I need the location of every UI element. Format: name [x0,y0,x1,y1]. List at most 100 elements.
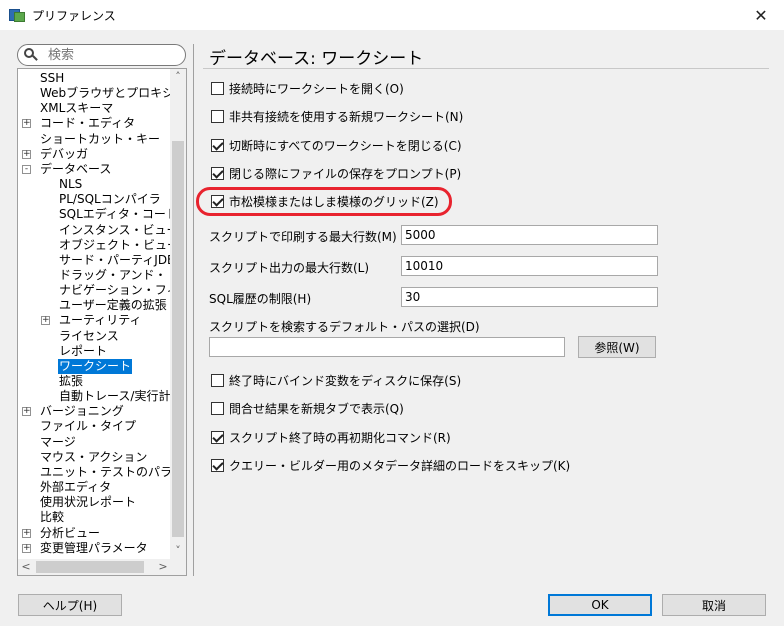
tree-item[interactable]: インスタンス・ビューア [58,223,171,238]
tree-item[interactable]: SSH [39,71,65,86]
tree-vertical-scrollbar[interactable]: ˄ ˅ [170,69,186,559]
worksheet-option-4[interactable]: 閉じる際にファイルの保存をプロンプト(P) [211,165,461,181]
checkbox[interactable] [211,458,224,472]
tree-item[interactable]: + バージョニング [22,404,125,419]
scroll-down-icon[interactable]: ˅ [170,543,186,559]
expand-icon[interactable]: + [22,119,31,129]
tree-item-label: ライセンス [59,328,119,343]
tree-item[interactable]: Webブラウザとプロキシ [39,86,171,101]
expand-icon[interactable]: + [22,528,31,538]
tree-item[interactable]: NLS [58,177,83,192]
tree-horizontal-scrollbar[interactable]: < > [18,559,171,575]
title-divider [203,68,769,69]
tree-item[interactable]: ワークシート [58,358,133,374]
tree-item-label: マウス・アクション [40,449,148,464]
browse-button[interactable]: 参照(W) [578,336,656,358]
collapse-icon[interactable]: - [22,164,31,174]
tree-item[interactable]: レポート [58,344,108,359]
tree-item[interactable]: マージ [39,435,77,450]
tree-item[interactable]: ライセンス [58,329,120,344]
tree-item[interactable]: マウス・アクション [39,450,148,465]
checkbox-label: スクリプト終了時の再初期化コマンド(R) [229,430,451,445]
tree-item[interactable]: ユーザー定義の拡張 [58,298,168,313]
tree-item-label: ファイル・タイプ [40,419,137,434]
checkbox[interactable] [211,109,224,123]
tree-item[interactable]: + コード・エディタ [22,116,136,131]
highlight-annotation [196,187,452,216]
tree-item[interactable]: ドラッグ・アンド・ドロップ [58,268,171,283]
worksheet-option-1[interactable]: 接続時にワークシートを開く(O) [211,80,404,96]
tree-item-label: ユーザー定義の拡張 [59,298,167,313]
scroll-left-icon[interactable]: < [18,559,34,575]
checkbox[interactable] [211,430,224,444]
scroll-thumb-horizontal[interactable] [36,561,144,573]
worksheet-extra-option-1[interactable]: 終了時にバインド変数をディスクに保存(S) [211,372,461,388]
checkbox[interactable] [211,373,224,387]
ok-button[interactable]: OK [548,594,652,616]
tree-item[interactable]: SQLエディタ・コード・ [58,207,171,222]
tree-item-label: 自動トレース/実行計 [59,389,171,404]
expand-icon[interactable]: + [41,316,50,326]
tree-item[interactable]: 比較 [39,510,65,525]
checkbox-label: クエリー・ビルダー用のメタデータ詳細のロードをスキップ(K) [229,458,571,473]
search-box[interactable] [17,44,186,66]
max-print-rows-field[interactable] [401,225,658,245]
worksheet-extra-option-2[interactable]: 問合せ結果を新規タブで表示(Q) [211,400,404,416]
tree-item-label: 外部エディタ [40,480,112,495]
tree-item-label: インスタンス・ビューア [59,222,171,237]
checkbox-label: 非共有接続を使用する新規ワークシート(N) [229,109,464,124]
sql-history-limit-field[interactable] [401,287,658,307]
tree-item-label: PL/SQLコンパイラ [59,192,161,207]
tree-item-label: Webブラウザとプロキシ [40,86,171,101]
checkbox[interactable] [211,81,224,95]
panel-splitter[interactable] [193,44,194,576]
checkbox-label: 切断時にすべてのワークシートを閉じる(C) [229,138,462,153]
tree-item-label: オブジェクト・ビューア [59,237,171,252]
default-path-field[interactable] [209,337,565,357]
checkbox[interactable] [211,138,224,152]
tree-item[interactable]: + 分析ビュー [22,526,101,541]
scroll-up-icon[interactable]: ˄ [170,69,186,85]
close-icon[interactable]: ✕ [738,0,784,30]
tree-item[interactable]: 外部エディタ [39,480,112,495]
max-print-rows-label: スクリプトで印刷する最大行数(M) [209,230,397,244]
sql-history-limit-label: SQL履歴の制限(H) [209,292,312,306]
tree-item[interactable]: - データベース [22,161,112,177]
tree-item[interactable]: 自動トレース/実行計 [58,389,171,404]
tree-item-label: NLS [59,177,83,192]
tree-item[interactable]: ナビゲーション・フィル [58,283,171,298]
checkbox[interactable] [211,401,224,415]
scroll-thumb[interactable] [172,141,184,537]
help-button[interactable]: ヘルプ(H) [18,594,122,616]
tree-item[interactable]: ショートカット・キー [39,132,161,147]
scroll-right-icon[interactable]: > [155,559,171,575]
tree-item[interactable]: XMLスキーマ [39,101,114,116]
checkbox-label: 接続時にワークシートを開く(O) [229,81,404,96]
worksheet-option-2[interactable]: 非共有接続を使用する新規ワークシート(N) [211,108,463,124]
tree-item[interactable]: + 変更管理パラメータ [22,541,149,556]
tree-item[interactable]: ユニット・テストのパラメー [39,465,171,480]
title-bar: プリファレンス ✕ [0,0,784,30]
search-input[interactable] [46,46,166,64]
tree-item[interactable]: + デバッガ [22,146,89,162]
expand-icon[interactable]: + [22,543,31,553]
tree-item[interactable]: サード・パーティJDBC [58,253,171,268]
tree-item[interactable]: 使用状況レポート [39,495,137,510]
max-output-rows-field[interactable] [401,256,658,276]
tree-item[interactable]: + ユーティリティ [41,313,143,328]
tree-item-label: デバッガ [40,146,89,161]
expand-icon[interactable]: + [22,407,31,417]
tree-item[interactable]: PL/SQLコンパイラ [58,192,162,207]
worksheet-extra-option-4[interactable]: クエリー・ビルダー用のメタデータ詳細のロードをスキップ(K) [211,457,570,473]
cancel-button[interactable]: 取消 [662,594,766,616]
worksheet-option-3[interactable]: 切断時にすべてのワークシートを閉じる(C) [211,137,462,153]
worksheet-extra-option-3[interactable]: スクリプト終了時の再初期化コマンド(R) [211,429,451,445]
tree-item[interactable]: ファイル・タイプ [39,419,137,434]
expand-icon[interactable]: + [22,149,31,159]
checkbox[interactable] [211,166,224,180]
page-title: データベース: ワークシート [209,49,424,69]
tree-items: SSH Webブラウザとプロキシ XMLスキーマ + コード・エディタ ショートカット・キ… [18,69,171,559]
tree-item-label: データベース [40,161,112,176]
tree-item[interactable]: 拡張 [58,374,84,389]
tree-item[interactable]: オブジェクト・ビューア [58,238,171,253]
